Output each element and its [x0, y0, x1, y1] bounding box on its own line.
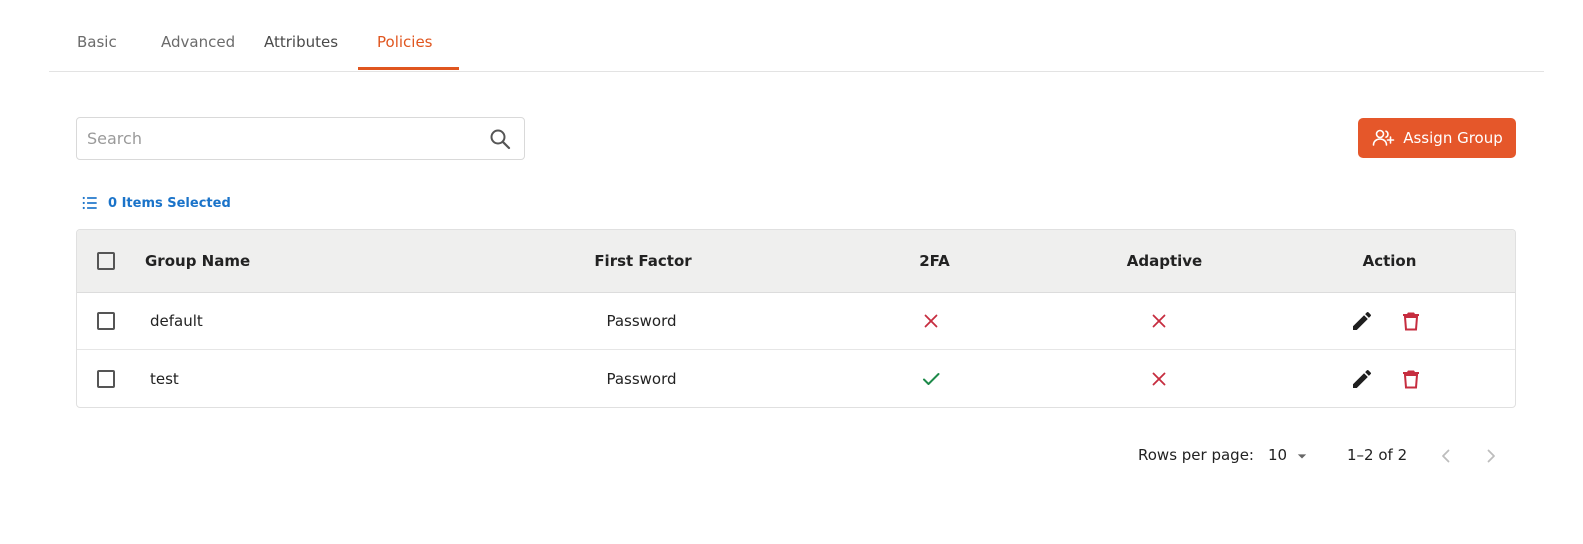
header-first-factor[interactable]: First Factor: [529, 252, 757, 270]
selection-indicator: 0 Items Selected: [80, 193, 231, 213]
tab-policies[interactable]: Policies: [377, 33, 432, 51]
row-checkbox[interactable]: [97, 312, 115, 330]
close-icon: [924, 314, 938, 328]
edit-icon[interactable]: [1350, 309, 1374, 333]
chevron-right-icon[interactable]: [1479, 444, 1503, 468]
row-checkbox[interactable]: [97, 370, 115, 388]
policies-page: Basic Advanced Attributes Policies Assig…: [0, 0, 1583, 544]
select-all-checkbox[interactable]: [97, 252, 115, 270]
trash-icon[interactable]: [1399, 367, 1423, 391]
trash-icon[interactable]: [1399, 309, 1423, 333]
header-adaptive[interactable]: Adaptive: [1102, 252, 1227, 270]
assign-group-label: Assign Group: [1403, 129, 1503, 147]
header-action: Action: [1362, 252, 1417, 270]
tab-bar: Basic Advanced Attributes Policies: [49, 0, 1544, 72]
cell-first-factor: Password: [606, 312, 677, 330]
caret-down-icon: [1297, 454, 1307, 459]
table-row[interactable]: default Password: [77, 292, 1515, 350]
rows-per-page-select[interactable]: 10: [1268, 444, 1318, 468]
search-icon[interactable]: [488, 127, 512, 151]
cell-group-name: test: [150, 370, 179, 388]
tab-attributes[interactable]: Attributes: [264, 33, 338, 51]
rows-per-page-label: Rows per page:: [1138, 446, 1254, 464]
rows-per-page-value: 10: [1268, 446, 1288, 464]
tab-basic[interactable]: Basic: [77, 33, 117, 51]
cell-group-name: default: [150, 312, 203, 330]
cell-first-factor: Password: [606, 370, 677, 388]
header-group-name[interactable]: Group Name: [145, 252, 250, 270]
close-icon: [1152, 314, 1166, 328]
person-add-icon: [1372, 129, 1395, 146]
active-tab-indicator: [358, 67, 459, 70]
table-row[interactable]: test Password: [77, 350, 1515, 407]
groups-table: Group Name First Factor 2FA Adaptive Act…: [76, 229, 1516, 408]
check-icon: [923, 373, 940, 385]
tab-advanced[interactable]: Advanced: [161, 33, 235, 51]
table-header: Group Name First Factor 2FA Adaptive Act…: [77, 230, 1515, 293]
header-2fa[interactable]: 2FA: [877, 252, 992, 270]
chevron-left-icon[interactable]: [1434, 444, 1458, 468]
items-selected-count: 0 Items Selected: [108, 195, 231, 211]
search-input[interactable]: [87, 118, 477, 159]
pagination-range: 1–2 of 2: [1347, 446, 1408, 464]
search-box: [76, 117, 525, 160]
assign-group-button[interactable]: Assign Group: [1358, 118, 1516, 158]
list-icon: [82, 196, 97, 210]
edit-icon[interactable]: [1350, 367, 1374, 391]
close-icon: [1152, 372, 1166, 386]
